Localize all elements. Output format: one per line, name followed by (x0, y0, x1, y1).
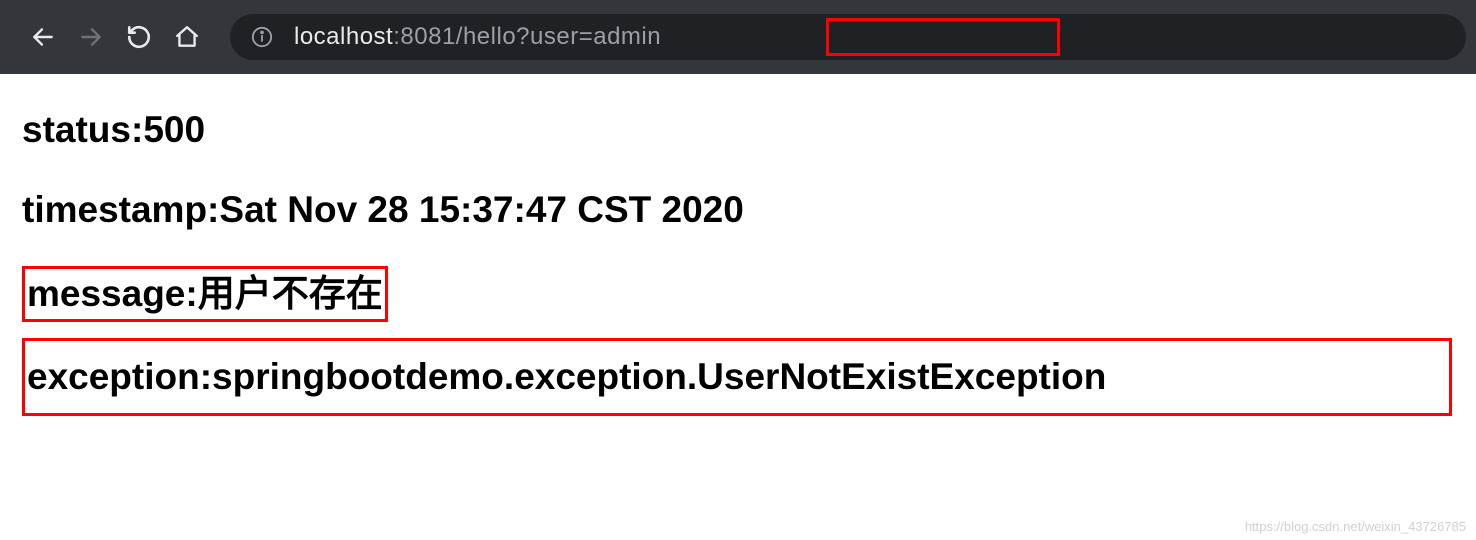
url-host: localhost (294, 23, 393, 51)
message-highlight-box: message:用户不存在 (22, 266, 388, 322)
exception-label: exception: (27, 356, 212, 397)
page-content: status:500 timestamp:Sat Nov 28 15:37:47… (0, 74, 1476, 464)
browser-toolbar: localhost:8081/hello?user=admin (0, 0, 1476, 74)
timestamp-label: timestamp: (22, 189, 219, 230)
back-icon[interactable] (28, 22, 58, 52)
reload-icon[interactable] (124, 22, 154, 52)
exception-value: springbootdemo.exception.UserNotExistExc… (212, 356, 1106, 397)
nav-controls (28, 22, 202, 52)
message-value: 用户不存在 (198, 273, 383, 314)
info-icon[interactable] (250, 25, 274, 49)
status-label: status: (22, 109, 143, 150)
timestamp-value: Sat Nov 28 15:37:47 CST 2020 (219, 189, 743, 230)
url-query: ?user=admin (516, 23, 661, 51)
watermark: https://blog.csdn.net/weixin_43726785 (1245, 519, 1466, 534)
url-port-path: :8081/hello (393, 23, 516, 51)
message-label: message: (27, 273, 198, 314)
url-text: localhost:8081/hello?user=admin (294, 23, 661, 51)
forward-icon[interactable] (76, 22, 106, 52)
address-bar[interactable]: localhost:8081/hello?user=admin (230, 14, 1466, 60)
timestamp-line: timestamp:Sat Nov 28 15:37:47 CST 2020 (22, 186, 1454, 234)
status-value: 500 (143, 109, 205, 150)
url-highlight-box (826, 18, 1060, 56)
home-icon[interactable] (172, 22, 202, 52)
message-line: message:用户不存在 (27, 270, 383, 318)
status-line: status:500 (22, 106, 1454, 154)
exception-line: exception:springbootdemo.exception.UserN… (27, 353, 1447, 401)
exception-highlight-box: exception:springbootdemo.exception.UserN… (22, 338, 1452, 416)
